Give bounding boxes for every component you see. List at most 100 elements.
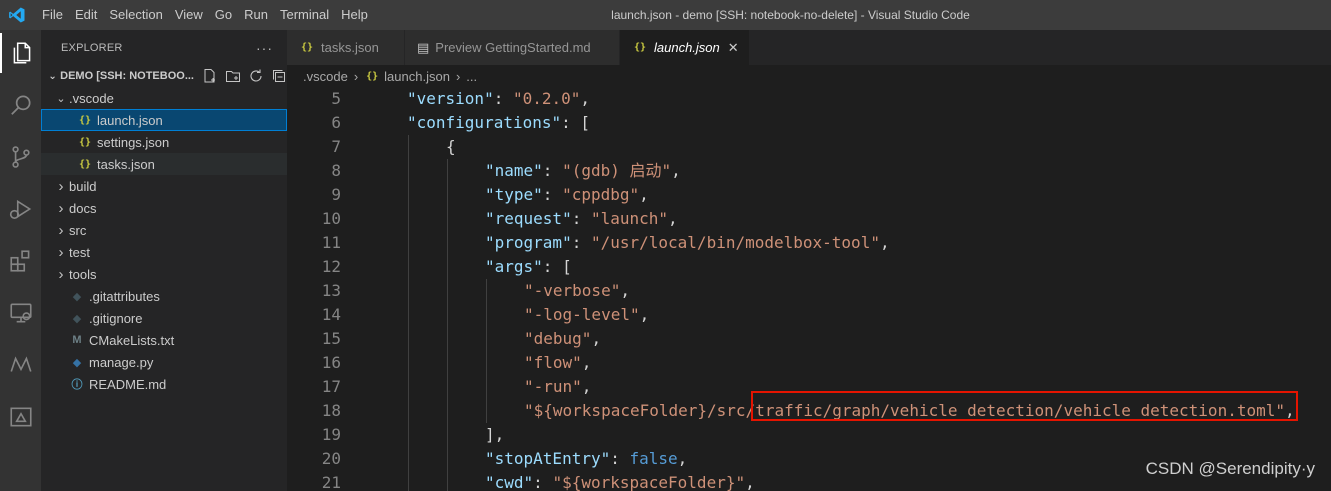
refresh-icon[interactable] xyxy=(248,68,264,84)
breadcrumb-symbol[interactable]: ... xyxy=(466,69,477,84)
tree-item-src[interactable]: › src xyxy=(41,219,287,241)
menu-selection[interactable]: Selection xyxy=(103,0,168,30)
extensions-icon[interactable] xyxy=(0,241,41,281)
menu-run[interactable]: Run xyxy=(238,0,274,30)
menu-help[interactable]: Help xyxy=(335,0,374,30)
code-content: "cwd": "${workspaceFolder}", xyxy=(485,471,755,491)
notebook-preview-icon[interactable] xyxy=(0,397,41,437)
breadcrumb: .vscode › {} launch.json › ... xyxy=(287,65,1331,87)
tree-item-gitattributes[interactable]: ◆ .gitattributes xyxy=(41,285,287,307)
tree-item-test[interactable]: › test xyxy=(41,241,287,263)
code-token: "launch" xyxy=(590,209,669,228)
code-token: "-log-level" xyxy=(524,305,640,324)
workspace-name: DEMO [SSH: NOTEBOO... xyxy=(60,70,194,82)
new-file-icon[interactable] xyxy=(202,68,218,84)
code-token: : [ xyxy=(542,257,572,276)
code-content: "-verbose", xyxy=(524,279,630,303)
indent-guide xyxy=(447,327,448,351)
menu-edit[interactable]: Edit xyxy=(69,0,103,30)
new-folder-icon[interactable] xyxy=(225,68,241,84)
code-line: 10 "request": "launch", xyxy=(287,207,1331,231)
code-line: 5 "version": "0.2.0", xyxy=(287,87,1331,111)
indent-guide xyxy=(408,207,409,231)
tab-tasks-json[interactable]: {} tasks.json xyxy=(287,30,405,65)
tree-item-tasks-json[interactable]: {} tasks.json xyxy=(41,153,287,175)
code-token: , xyxy=(671,161,681,180)
tree-item-readme-md[interactable]: ⓘ README.md xyxy=(41,373,287,395)
tree-item-label: CMakeLists.txt xyxy=(89,332,175,348)
breadcrumb-folder[interactable]: .vscode xyxy=(303,69,348,84)
indent-guide xyxy=(447,207,448,231)
menu-view[interactable]: View xyxy=(169,0,209,30)
code-editor[interactable]: 21 "cwd": "${workspaceFolder}", 20 "stopAtE… xyxy=(287,87,1331,491)
code-token: "name" xyxy=(485,161,543,180)
tree-item-label: build xyxy=(69,178,97,194)
tree-item-build[interactable]: › build xyxy=(41,175,287,197)
code-token: "configurations" xyxy=(407,113,562,132)
code-token: "0.2.0" xyxy=(512,89,581,108)
indent-guide xyxy=(408,255,409,279)
close-icon[interactable]: ✕ xyxy=(728,40,739,56)
code-token: : xyxy=(571,209,591,228)
explorer-icon[interactable] xyxy=(0,33,41,73)
indent-guide xyxy=(408,447,409,471)
tree-item-settings-json[interactable]: {} settings.json xyxy=(41,131,287,153)
tree-item-label: src xyxy=(69,222,87,238)
code-content: "request": "launch", xyxy=(485,207,678,231)
code-token: , xyxy=(580,89,591,108)
tree-item-label: settings.json xyxy=(97,134,170,150)
code-token: , xyxy=(668,209,678,228)
remote-explorer-icon[interactable] xyxy=(0,293,41,333)
code-token: , xyxy=(745,473,755,491)
line-number: 19 xyxy=(321,425,341,444)
tree-item-cmakelists-txt[interactable]: M CMakeLists.txt xyxy=(41,329,287,351)
menu-go[interactable]: Go xyxy=(209,0,238,30)
tab-launch-json[interactable]: {} launch.json ✕ xyxy=(620,30,750,65)
indent-guide xyxy=(447,399,448,423)
code-token: , xyxy=(677,449,688,468)
breadcrumb-file[interactable]: launch.json xyxy=(384,69,450,84)
code-content: "-log-level", xyxy=(524,303,649,327)
explorer-title: EXPLORER xyxy=(61,41,123,54)
indent-guide xyxy=(447,351,448,375)
watermark: CSDN @Serendipity·y xyxy=(1145,459,1315,478)
indent-guide xyxy=(447,447,448,471)
tree-item-vscode[interactable]: ⌄ .vscode xyxy=(41,87,287,109)
chevron-down-icon: ⌄ xyxy=(48,70,57,82)
menu-terminal[interactable]: Terminal xyxy=(274,0,335,30)
code-content: "type": "cppdbg", xyxy=(485,183,649,207)
code-line: 15 "debug", xyxy=(287,327,1331,351)
code-token: : xyxy=(571,233,591,252)
tree-item-label: tasks.json xyxy=(97,156,155,172)
code-line: 19], xyxy=(287,423,1331,447)
more-actions-button[interactable]: ··· xyxy=(256,40,273,56)
modelarts-icon[interactable] xyxy=(0,345,41,385)
code-token: : xyxy=(533,473,553,491)
tree-item-tools[interactable]: › tools xyxy=(41,263,287,285)
line-number: 6 xyxy=(331,113,341,132)
run-debug-icon[interactable] xyxy=(0,189,41,229)
code-token: "${workspaceFolder}" xyxy=(552,473,746,491)
tab-preview-gettingstarted-md[interactable]: ▤ Preview GettingStarted.md xyxy=(405,30,620,65)
source-control-icon[interactable] xyxy=(0,137,41,177)
workspace-section-header[interactable]: ⌄ DEMO [SSH: NOTEBOO... xyxy=(41,65,287,87)
tab-label: launch.json xyxy=(654,40,720,55)
code-token: "-verbose" xyxy=(524,281,621,300)
code-token: , xyxy=(639,185,649,204)
collapse-all-icon[interactable] xyxy=(271,68,287,84)
tree-item-label: manage.py xyxy=(89,354,154,370)
tree-item-launch-json[interactable]: {} launch.json xyxy=(41,109,287,131)
tree-item-docs[interactable]: › docs xyxy=(41,197,287,219)
search-icon[interactable] xyxy=(0,85,41,125)
indent-guide xyxy=(447,423,448,447)
menu-file[interactable]: File xyxy=(36,0,69,30)
tree-item-gitignore[interactable]: ◆ .gitignore xyxy=(41,307,287,329)
code-token: "type" xyxy=(485,185,543,204)
indent-guide xyxy=(486,303,487,327)
tree-item-manage-py[interactable]: ◆ manage.py xyxy=(41,351,287,373)
json-file-icon: {} xyxy=(78,158,92,170)
indent-guide xyxy=(447,303,448,327)
code-token: "args" xyxy=(485,257,543,276)
code-content: "args": [ xyxy=(485,255,572,279)
json-file-icon: {} xyxy=(300,42,314,53)
